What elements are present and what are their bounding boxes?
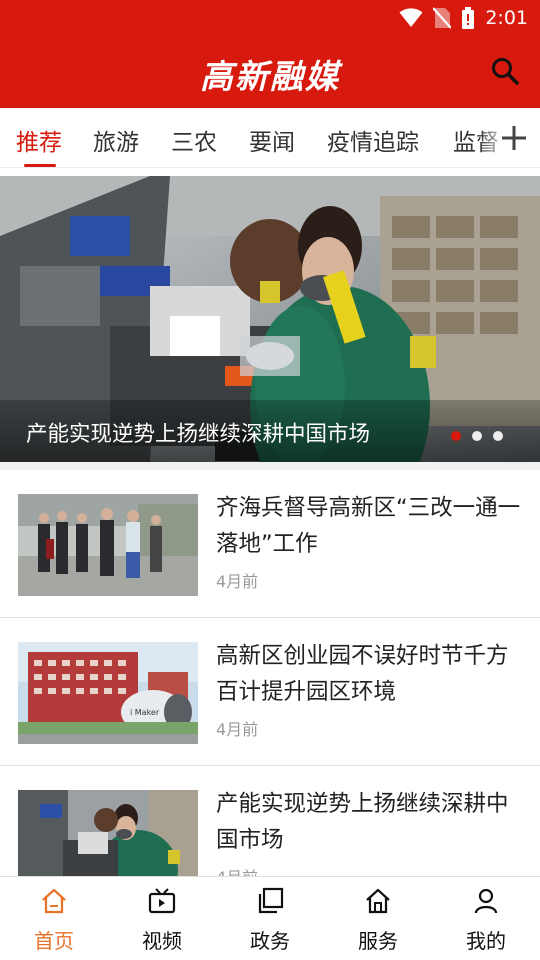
user-icon bbox=[474, 888, 498, 914]
nav-service-label: 服务 bbox=[358, 929, 398, 953]
channel-tabs: 推荐 旅游 三农 要闻 疫情追踪 监督 bbox=[0, 108, 540, 168]
tab-headlines[interactable]: 要闻 bbox=[249, 123, 295, 157]
nav-video[interactable]: 视频 bbox=[108, 877, 216, 960]
nav-home-label: 首页 bbox=[34, 929, 74, 953]
video-icon bbox=[148, 888, 176, 914]
app-header: 2:01 高新融媒 bbox=[0, 0, 540, 108]
status-bar: 2:01 bbox=[399, 6, 528, 30]
active-tab-indicator bbox=[24, 164, 56, 167]
nav-profile[interactable]: 我的 bbox=[432, 877, 540, 960]
news-title: 高新区创业园不误好时节千方百计提升园区环境 bbox=[216, 643, 509, 705]
nav-home[interactable]: 首页 bbox=[0, 877, 108, 960]
news-item[interactable]: 齐海兵督导高新区“三改一通一落地”工作 4月前 bbox=[0, 470, 540, 618]
tab-agriculture[interactable]: 三农 bbox=[171, 123, 217, 157]
nav-government-label: 政务 bbox=[250, 929, 290, 953]
tab-travel[interactable]: 旅游 bbox=[93, 123, 139, 157]
carousel-dot-1[interactable] bbox=[451, 431, 461, 441]
carousel-dot-2[interactable] bbox=[472, 431, 482, 441]
copy-icon bbox=[258, 887, 284, 914]
battery-icon bbox=[462, 7, 475, 29]
app-title: 高新融媒 bbox=[200, 57, 340, 96]
plus-icon[interactable] bbox=[496, 120, 532, 156]
carousel-dot-3[interactable] bbox=[493, 431, 503, 441]
nav-profile-label: 我的 bbox=[466, 929, 506, 953]
section-divider bbox=[0, 462, 540, 470]
tab-recommend[interactable]: 推荐 bbox=[16, 123, 62, 157]
news-time: 4月前 bbox=[216, 572, 259, 591]
news-thumbnail: i Maker bbox=[18, 642, 198, 744]
status-time: 2:01 bbox=[485, 7, 528, 29]
news-item[interactable]: i Maker 高新区创业园不误好时节千方百计提升园区环境 4月前 bbox=[0, 618, 540, 766]
search-icon[interactable] bbox=[490, 56, 520, 86]
no-sim-icon bbox=[433, 7, 452, 29]
tab-epidemic[interactable]: 疫情追踪 bbox=[327, 123, 419, 157]
wifi-icon bbox=[399, 8, 423, 27]
service-home-icon bbox=[366, 888, 390, 914]
nav-service[interactable]: 服务 bbox=[324, 877, 432, 960]
news-title: 产能实现逆势上扬继续深耕中国市场 bbox=[216, 791, 509, 853]
home-icon bbox=[42, 888, 66, 914]
bottom-navigation: 首页 视频 政务 服务 我的 bbox=[0, 876, 540, 960]
nav-government[interactable]: 政务 bbox=[216, 877, 324, 960]
maker-sign-text: i Maker bbox=[130, 708, 160, 717]
banner-caption: 产能实现逆势上扬继续深耕中国市场 bbox=[26, 422, 371, 447]
app-screen: 2:01 高新融媒 推荐 旅游 三农 要闻 疫情追踪 监督 产能实现逆势上扬继续… bbox=[0, 0, 540, 960]
news-thumbnail bbox=[18, 494, 198, 596]
news-time: 4月前 bbox=[216, 720, 259, 739]
nav-video-label: 视频 bbox=[142, 929, 182, 953]
news-title: 齐海兵督导高新区“三改一通一落地”工作 bbox=[216, 495, 521, 557]
